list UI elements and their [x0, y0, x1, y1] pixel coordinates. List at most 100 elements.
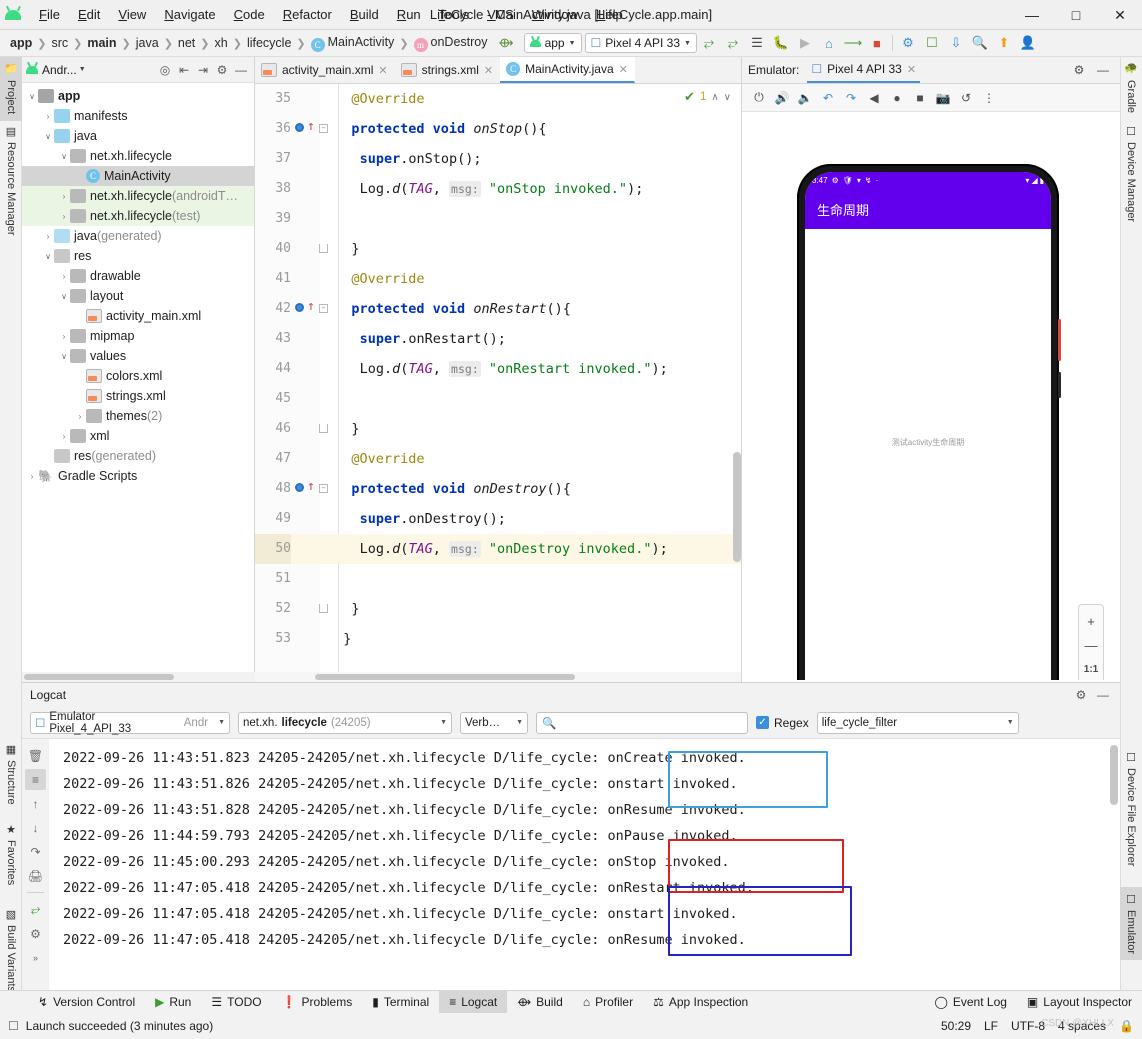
breadcrumb-ondestroy[interactable]: m onDestroy [410, 35, 492, 52]
chevron-down-icon[interactable]: ∨ [42, 132, 54, 141]
chevron-right-icon[interactable]: › [58, 432, 70, 441]
menu-item-file[interactable]: File [30, 3, 69, 26]
code-fold-icon[interactable]: − [319, 304, 328, 313]
code-line-41[interactable]: 41 @Override [255, 264, 741, 294]
process-filter-select[interactable]: net.xh. lifecycle (24205) ▼ [238, 711, 452, 734]
tool-todo[interactable]: ☰ TODO [201, 991, 271, 1014]
editor-hscrollbar[interactable] [255, 672, 741, 682]
history-icon[interactable]: ↺ [955, 87, 977, 109]
project-view-selector[interactable]: Andr... [42, 63, 77, 77]
chevron-right-icon[interactable]: › [58, 272, 70, 281]
menu-item-view[interactable]: View [109, 3, 155, 26]
volume-up-icon[interactable]: 🔊 [771, 87, 793, 109]
app-content[interactable]: 测试activity生命周期 [805, 229, 1051, 680]
breadcrumb-net[interactable]: net [174, 36, 199, 50]
power-icon[interactable]: ⏻ [748, 87, 770, 109]
menu-item-build[interactable]: Build [341, 3, 388, 26]
run-configuration-selector[interactable]: app ▼ [523, 33, 582, 53]
zoom-actual-button[interactable]: 1:1 [1079, 657, 1103, 680]
chevron-right-icon[interactable]: › [58, 212, 70, 221]
code-line-47[interactable]: 47 @Override [255, 444, 741, 474]
apply-changes-icon[interactable]: ☰ [745, 31, 769, 55]
menu-item-edit[interactable]: Edit [69, 3, 109, 26]
override-marker-icon[interactable]: ↑ [307, 480, 315, 493]
tool-layout-inspector[interactable]: ▣ Layout Inspector [1017, 991, 1142, 1014]
breadcrumb-src[interactable]: src [47, 36, 72, 50]
sidebar-item-favorites[interactable]: ★ Favorites [0, 817, 22, 891]
code-line-37[interactable]: 37 super.onStop(); [255, 144, 741, 174]
code-line-53[interactable]: 53} [255, 624, 741, 654]
breadcrumb-java[interactable]: java [132, 36, 163, 50]
zoom-out-button[interactable]: — [1079, 633, 1103, 657]
sdk-manager-icon[interactable]: ⚙ [896, 31, 920, 55]
menu-item-help[interactable]: Help [587, 3, 632, 26]
sidebar-item-project[interactable]: 📁 Project [0, 57, 22, 121]
down-icon[interactable]: ↓ [25, 817, 46, 838]
logcat-row[interactable]: 2022-09-26 11:43:51.828 24205-24205/net.… [49, 797, 1120, 823]
run-icon[interactable]: ⥂ [697, 31, 721, 55]
code-fold-icon[interactable]: − [319, 124, 328, 133]
power-button[interactable] [1058, 319, 1061, 361]
menu-item-navigate[interactable]: Navigate [155, 3, 224, 26]
editor-tab-activity-main-xml[interactable]: activity_main.xml ✕ [255, 57, 395, 83]
chevron-down-icon[interactable]: ∨ [42, 252, 54, 261]
logcat-row[interactable]: 2022-09-26 11:47:05.418 24205-24205/net.… [49, 875, 1120, 901]
volume-down-icon[interactable]: 🔈 [794, 87, 816, 109]
tree-item-manifests[interactable]: › manifests [22, 106, 254, 126]
sidebar-item-structure[interactable]: ▦ Structure [0, 737, 22, 811]
hide-icon[interactable]: — [232, 61, 250, 79]
zoom-in-button[interactable]: + [1079, 609, 1103, 633]
tool-problems[interactable]: ❗ Problems [272, 991, 363, 1014]
sync-gradle-icon[interactable]: ⇩ [944, 31, 968, 55]
device-selector[interactable]: ☐ Pixel 4 API 33 ▼ [584, 33, 697, 53]
emulator-device-tab[interactable]: ☐ Pixel 4 API 33 ✕ [807, 57, 921, 83]
caret-position[interactable]: 50:29 [941, 1019, 971, 1033]
override-marker-icon[interactable]: ↑ [307, 120, 315, 133]
breadcrumb-main[interactable]: main [83, 36, 120, 50]
emulator-toolbar[interactable]: ⏻ 🔊 🔈 ↶ ↷ ◀ ● ■ 📷 ↺ ⋮ [742, 84, 1120, 112]
chevron-right-icon[interactable]: › [74, 412, 86, 421]
search-icon[interactable]: 🔍 [968, 31, 992, 55]
chevron-right-icon[interactable]: › [58, 332, 70, 341]
sidebar-item-resource-manager[interactable]: ▤ Resource Manager [0, 119, 22, 242]
code-line-50[interactable]: 50 Log.d(TAG, msg: "onDestroy invoked."); [255, 534, 741, 564]
settings-icon[interactable]: ⚙ [1068, 59, 1090, 81]
breadcrumb-mainactivity[interactable]: C MainActivity [307, 35, 399, 52]
close-icon[interactable]: ✕ [907, 63, 916, 76]
chevron-down-icon[interactable]: ∨ [58, 352, 70, 361]
code-line-44[interactable]: 44 Log.d(TAG, msg: "onRestart invoked."); [255, 354, 741, 384]
sidebar-item-device-manager[interactable]: ☐ Device Manager [1120, 119, 1142, 228]
breadcrumb-xh[interactable]: xh [211, 36, 232, 50]
inspection-widget[interactable]: ✔ 1 ∧ ∨ [684, 89, 731, 105]
tool-logcat[interactable]: ≡ Logcat [439, 990, 508, 1014]
rotate-right-icon[interactable]: ↷ [840, 87, 862, 109]
menu-item-run[interactable]: Run [388, 3, 430, 26]
chevron-right-icon[interactable]: › [58, 192, 70, 201]
expand-icon[interactable]: » [25, 947, 46, 968]
rotate-left-icon[interactable]: ↶ [817, 87, 839, 109]
chevron-down-icon[interactable]: ∨ [26, 92, 38, 101]
code-line-51[interactable]: 51 [255, 564, 741, 594]
emulator-screen[interactable]: 3:47 ⚙ 🛡 ▾ ↯ · ▾ ◢ ▮ 生命周期 测试activity生命周期 [805, 172, 1051, 680]
update-icon[interactable]: ⬆ [992, 31, 1016, 55]
code-line-38[interactable]: 38 Log.d(TAG, msg: "onStop invoked."); [255, 174, 741, 204]
tree-item-mainactivity[interactable]: C MainActivity [22, 166, 254, 186]
tree-item-mipmap[interactable]: › mipmap [22, 326, 254, 346]
code-line-49[interactable]: 49 super.onDestroy(); [255, 504, 741, 534]
overview-icon[interactable]: ■ [909, 87, 931, 109]
code-line-52[interactable]: 52} [255, 594, 741, 624]
hide-icon[interactable]: — [1092, 59, 1114, 81]
tree-item-themes[interactable]: › themes (2) [22, 406, 254, 426]
soft-wrap-icon[interactable]: ↷ [25, 841, 46, 862]
tool-version-control[interactable]: ↯ Version Control [28, 991, 145, 1014]
tool-app-inspection[interactable]: ⚖ App Inspection [643, 991, 758, 1014]
close-button[interactable]: ✕ [1098, 0, 1142, 30]
debug-rerun-icon[interactable]: ⥂ [721, 31, 745, 55]
search-input[interactable]: 🔍 [536, 711, 748, 734]
profiler-icon[interactable]: ⌂ [817, 31, 841, 55]
code-fold-icon[interactable]: − [319, 484, 328, 493]
clear-logcat-icon[interactable]: 🗑 [25, 745, 46, 766]
chevron-down-icon[interactable]: ∨ [58, 152, 70, 161]
tool-run[interactable]: ▶ Run [145, 991, 201, 1014]
menu-item-tools[interactable]: Tools [430, 3, 478, 26]
